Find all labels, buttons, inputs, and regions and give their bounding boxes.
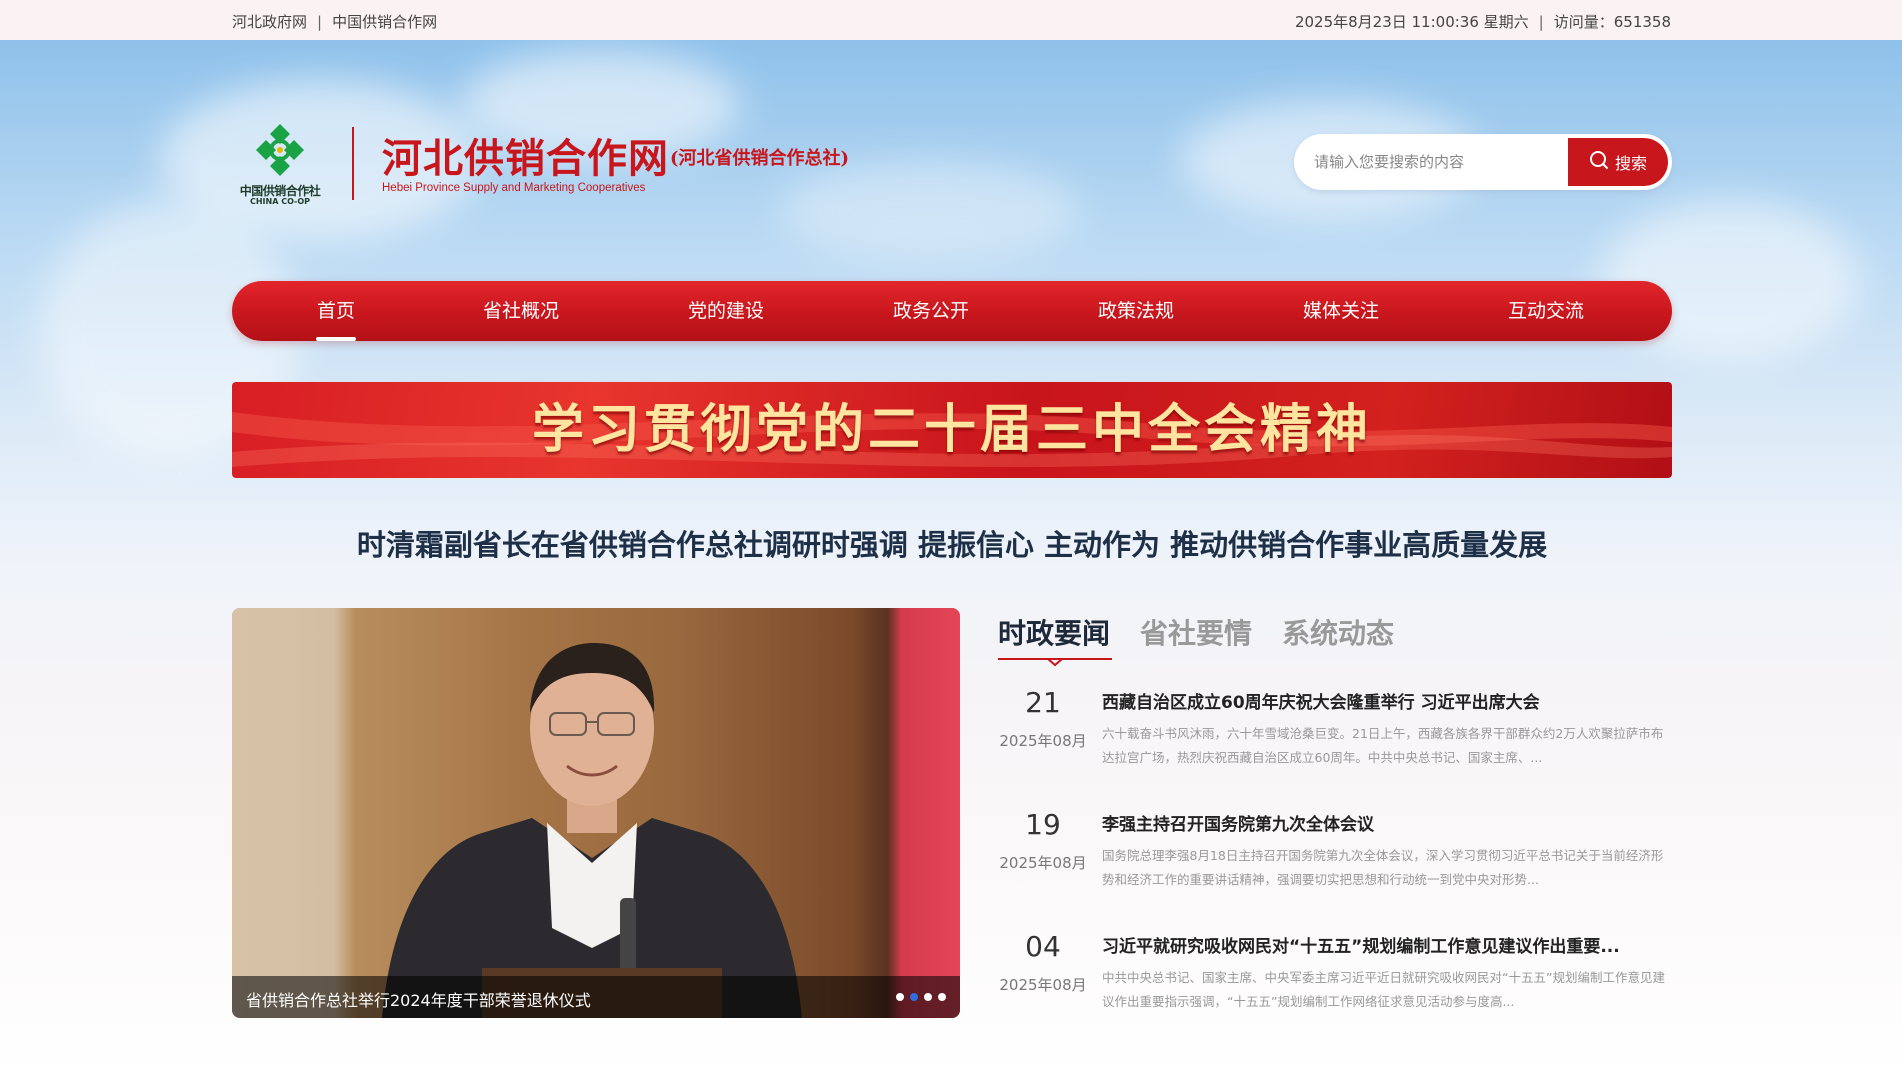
nav-item-policies[interactable]: 政策法规 <box>1066 281 1206 341</box>
visits-label: 访问量： <box>1553 13 1614 31</box>
link-hebei-gov[interactable]: 河北政府网 <box>232 13 307 31</box>
tab-system-updates[interactable]: 系统动态 <box>1282 612 1394 652</box>
site-title-en: Hebei Province Supply and Marketing Coop… <box>382 182 646 194</box>
site-title: 河北供销合作网 <box>382 135 669 182</box>
visits-count: 651358 <box>1613 13 1671 31</box>
news-summary: 六十载奋斗书风沐雨，六十年雪域沧桑巨变。21日上午，西藏各族各界干部群众约2万人… <box>1102 726 1664 765</box>
slider-dot[interactable] <box>924 993 932 1001</box>
photo-slider[interactable]: 省供销合作总社举行2024年度干部荣誉退休仪式 <box>232 608 960 1018</box>
logo-divider <box>352 127 354 200</box>
nav-item-interaction[interactable]: 互动交流 <box>1476 281 1616 341</box>
top-links: 河北政府网 | 中国供销合作网 <box>232 11 437 32</box>
search-button[interactable]: 搜索 <box>1568 138 1668 186</box>
news-title[interactable]: 李强主持召开国务院第九次全体会议 <box>1102 810 1672 835</box>
news-title[interactable]: 西藏自治区成立60周年庆祝大会隆重举行 习近平出席大会 <box>1102 688 1672 713</box>
nav-item-government-affairs[interactable]: 政务公开 <box>861 281 1001 341</box>
top-bar: 河北政府网 | 中国供销合作网 2025年8月23日 11:00:36 星期六 | 访问… <box>0 0 1902 40</box>
current-datetime: 2025年8月23日 11:00:36 星期六 <box>1294 13 1529 31</box>
nav-item-home[interactable]: 首页 <box>266 281 406 341</box>
news-item[interactable]: 21 2025年08月 西藏自治区成立60周年庆祝大会隆重举行 习近平出席大会 … <box>998 686 1672 786</box>
nav-item-party-building[interactable]: 党的建设 <box>656 281 796 341</box>
news-summary: 国务院总理李强8月18日主持召开国务院第九次全体会议，深入学习贯彻习近平总书记关… <box>1102 848 1664 887</box>
site-logo[interactable]: 中国供销合作社 CHINA CO-OP 河北供销合作网 (河北省供销合作总社) … <box>232 122 932 212</box>
top-separator: | <box>1538 13 1544 31</box>
news-title[interactable]: 习近平就研究吸收网民对“十五五”规划编制工作意见建议作出重要... <box>1102 932 1672 957</box>
main-nav: 首页 省社概况 党的建设 政务公开 政策法规 媒体关注 互动交流 <box>232 281 1672 341</box>
headline-news[interactable]: 时清霜副省长在省供销合作总社调研时强调 提振信心 主动作为 推动供销合作事业高质… <box>232 522 1672 564</box>
slide-photo <box>232 608 960 1018</box>
news-day: 21 <box>1025 686 1061 719</box>
top-info: 2025年8月23日 11:00:36 星期六 | 访问量：651358 <box>1295 11 1671 32</box>
slider-dot-active[interactable] <box>910 993 918 1001</box>
slide-caption-bar: 省供销合作总社举行2024年度干部荣誉退休仪式 <box>232 976 960 1018</box>
news-item[interactable]: 19 2025年08月 李强主持召开国务院第九次全体会议 国务院总理李强8月18… <box>998 808 1672 908</box>
tab-provincial-news[interactable]: 省社要情 <box>1140 612 1252 652</box>
active-tab-indicator <box>998 658 1112 667</box>
news-summary: 中共中央总书记、国家主席、中央军委主席习近平近日就研究吸收网民对“十五五”规划编… <box>1102 970 1665 1009</box>
site-subtitle: (河北省供销合作总社) <box>670 148 850 169</box>
search-button-label: 搜索 <box>1614 154 1647 173</box>
search-box: 搜索 <box>1294 134 1672 190</box>
top-separator: | <box>317 13 323 31</box>
news-day: 19 <box>1025 808 1061 841</box>
tab-current-affairs[interactable]: 时政要闻 <box>998 612 1110 652</box>
slider-dot[interactable] <box>896 993 904 1001</box>
search-icon <box>1589 150 1609 174</box>
search-input[interactable] <box>1314 148 1554 176</box>
news-tabs: 时政要闻 省社要情 系统动态 <box>998 608 1672 668</box>
news-month: 2025年08月 <box>999 976 1087 994</box>
slide-caption[interactable]: 省供销合作总社举行2024年度干部荣誉退休仪式 <box>246 987 591 1011</box>
theme-banner[interactable]: 学习贯彻党的二十届三中全会精神 <box>232 382 1672 478</box>
logo-org-en: CHINA CO-OP <box>249 197 311 206</box>
news-item[interactable]: 04 2025年08月 习近平就研究吸收网民对“十五五”规划编制工作意见建议作出… <box>998 930 1672 1030</box>
nav-item-overview[interactable]: 省社概况 <box>451 281 591 341</box>
nav-item-media[interactable]: 媒体关注 <box>1271 281 1411 341</box>
banner-text: 学习贯彻党的二十届三中全会精神 <box>531 399 1372 460</box>
news-day: 04 <box>1025 930 1061 963</box>
slider-dot[interactable] <box>938 993 946 1001</box>
slider-dots <box>896 993 946 1001</box>
china-coop-logo-icon: 中国供销合作社 CHINA CO-OP <box>232 122 328 208</box>
link-china-coop[interactable]: 中国供销合作网 <box>332 13 437 31</box>
news-month: 2025年08月 <box>999 854 1087 872</box>
news-month: 2025年08月 <box>999 732 1087 750</box>
